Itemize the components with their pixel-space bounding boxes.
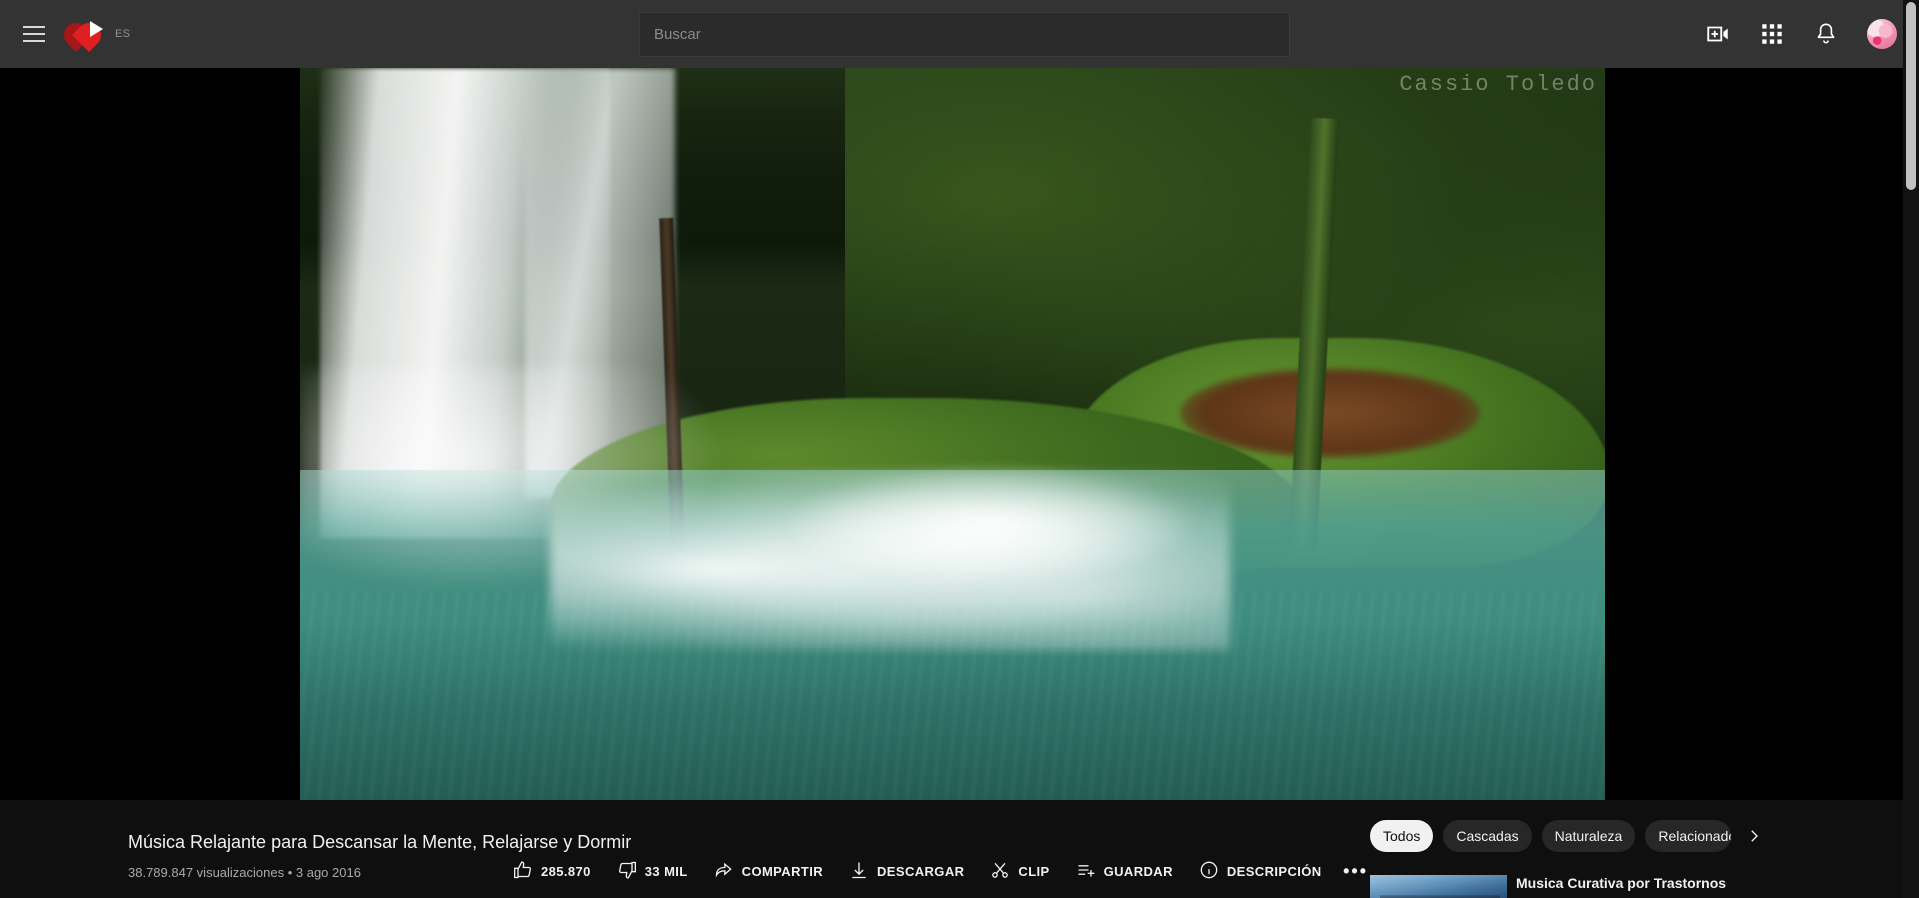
- hamburger-line: [23, 40, 45, 42]
- notifications-bell-icon[interactable]: [1813, 21, 1839, 47]
- share-button[interactable]: COMPARTIR: [701, 856, 836, 886]
- header-actions: [1705, 0, 1897, 68]
- related-video-item[interactable]: Musica Curativa por Trastornos: [1370, 875, 1726, 898]
- hamburger-line: [23, 33, 45, 35]
- hamburger-menu-icon[interactable]: [10, 10, 58, 58]
- video-frame[interactable]: Cassio Toledo: [300, 68, 1605, 800]
- video-title: Música Relajante para Descansar la Mente…: [128, 832, 632, 852]
- waterfall-mist: [300, 368, 720, 588]
- chip-cascadas[interactable]: Cascadas: [1443, 820, 1532, 852]
- water-foam-bright: [780, 465, 1200, 585]
- clip-button[interactable]: CLIP: [977, 856, 1062, 886]
- save-button[interactable]: GUARDAR: [1063, 856, 1186, 886]
- related-videos-rail: Todos Cascadas Naturaleza Relacionados M…: [1370, 820, 1900, 898]
- related-video-title: Musica Curativa por Trastornos: [1516, 875, 1727, 891]
- info-circle-icon: [1199, 860, 1219, 883]
- related-video-thumbnail[interactable]: [1370, 875, 1507, 898]
- save-label: GUARDAR: [1103, 863, 1173, 879]
- chip-naturaleza[interactable]: Naturaleza: [1541, 820, 1636, 852]
- video-player-stage[interactable]: Cassio Toledo: [0, 68, 1903, 800]
- save-playlist-icon: [1076, 860, 1096, 883]
- download-icon: [849, 860, 869, 883]
- video-watermark: Cassio Toledo: [1399, 72, 1597, 97]
- share-label: COMPARTIR: [741, 863, 824, 879]
- like-button[interactable]: 285.870: [500, 856, 604, 886]
- share-arrow-icon: [714, 860, 734, 883]
- description-label: DESCRIPCIÓN: [1226, 863, 1322, 879]
- like-count: 285.870: [541, 863, 591, 879]
- avatar[interactable]: [1867, 19, 1897, 49]
- water-ripples: [300, 590, 1605, 800]
- dislike-count: 33 MIL: [644, 863, 688, 879]
- thumbs-down-icon: [617, 860, 637, 883]
- search-input[interactable]: [639, 12, 1290, 57]
- scissors-icon: [990, 860, 1010, 883]
- video-action-bar: 285.870 33 MIL COMPARTIR DESCARGAR CLIP: [500, 856, 1373, 886]
- youtube-heart-logo-icon: [59, 17, 106, 52]
- video-metadata: 38.789.847 visualizaciones • 3 ago 2016: [128, 865, 361, 880]
- page-scrollbar[interactable]: [1903, 0, 1919, 898]
- thumbs-up-icon: [513, 860, 533, 883]
- hamburger-line: [23, 26, 45, 28]
- clip-label: CLIP: [1018, 863, 1050, 879]
- dislike-button[interactable]: 33 MIL: [604, 856, 701, 886]
- country-code-label: ES: [115, 28, 131, 40]
- description-button[interactable]: DESCRIPCIÓN: [1186, 856, 1335, 886]
- chevron-right-icon[interactable]: [1741, 820, 1767, 852]
- chip-relacionados[interactable]: Relacionados: [1645, 820, 1732, 852]
- chip-todos[interactable]: Todos: [1370, 820, 1434, 852]
- more-actions-icon[interactable]: •••: [1339, 856, 1373, 886]
- search-box[interactable]: [639, 12, 1290, 57]
- apps-grid-icon[interactable]: [1759, 21, 1785, 47]
- scrollbar-thumb[interactable]: [1906, 2, 1916, 190]
- filter-chip-bar: Todos Cascadas Naturaleza Relacionados: [1370, 820, 1900, 852]
- top-header-bar: ES: [0, 0, 1919, 68]
- download-label: DESCARGAR: [877, 863, 965, 879]
- youtube-logo-link[interactable]: ES: [59, 17, 131, 52]
- create-video-icon[interactable]: [1705, 21, 1731, 47]
- download-button[interactable]: DESCARGAR: [836, 856, 977, 886]
